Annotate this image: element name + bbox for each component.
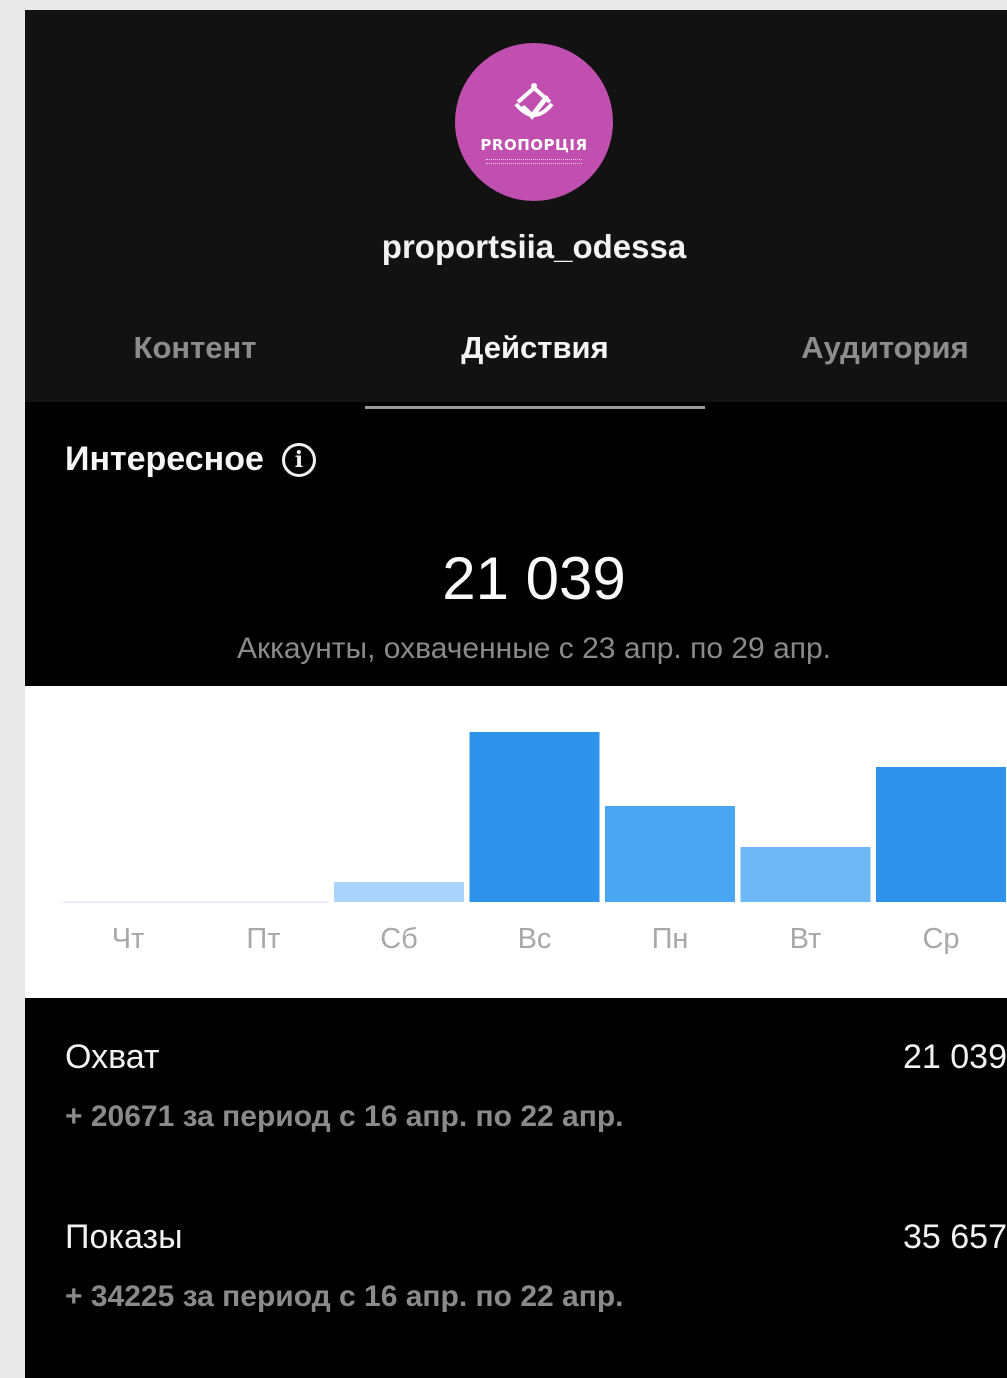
tab-activity[interactable]: Действия (375, 330, 695, 366)
reach-value: 21 039 (903, 1038, 1007, 1076)
chart-svg: Чт Пт Сб Вс Пн Вт Ср (63, 732, 1006, 955)
section-title-text: Интересное (65, 440, 264, 478)
bar-3[interactable] (469, 732, 600, 902)
bar-4[interactable] (605, 806, 735, 902)
reach-delta: + 20671 за период с 16 апр. по 22 апр. (65, 1100, 624, 1133)
bar-6[interactable] (876, 767, 1006, 902)
tab-audience[interactable]: Аудитория (765, 330, 1005, 366)
x-tick-label-1: Пт (246, 923, 280, 955)
accounts-reached-caption: Аккаунты, охваченные с 23 апр. по 29 апр… (236, 632, 832, 665)
x-tick-label-0: Чт (112, 923, 145, 955)
x-tick-label-3: Вс (518, 923, 552, 955)
daily-reach-chart: Чт Пт Сб Вс Пн Вт Ср (25, 686, 1007, 998)
avatar-tagline (486, 159, 582, 164)
x-tick-label-6: Ср (922, 923, 959, 955)
tab-content[interactable]: Контент (85, 330, 305, 366)
section-title: Интересное i (65, 440, 316, 479)
impressions-value: 35 657 (903, 1218, 1007, 1256)
x-tick-label-5: Вт (790, 923, 822, 955)
profile-header: PROПOPЦIЯ proportsiia_odessa Контент Дей… (25, 10, 1007, 409)
username[interactable]: proportsiia_odessa (25, 228, 1007, 266)
avatar[interactable]: PROПOPЦIЯ (455, 43, 613, 201)
tab-bar: Контент Действия Аудитория (25, 320, 1007, 409)
active-tab-indicator (365, 406, 705, 409)
x-tick-label-2: Сб (380, 923, 418, 955)
accounts-reached-total: 21 039 (442, 545, 626, 612)
avatar-brand-text: PROПOPЦIЯ (480, 136, 588, 154)
impressions-delta: + 34225 за период с 16 апр. по 22 апр. (65, 1280, 624, 1313)
x-tick-label-4: Пн (652, 923, 689, 955)
bar-5[interactable] (740, 847, 871, 902)
reach-label: Охват (65, 1038, 160, 1076)
impressions-label: Показы (65, 1218, 183, 1256)
info-icon[interactable]: i (281, 442, 316, 477)
insights-screen: PROПOPЦIЯ proportsiia_odessa Контент Дей… (25, 10, 1007, 1378)
logo-icon (514, 83, 554, 120)
bar-2[interactable] (334, 882, 464, 902)
